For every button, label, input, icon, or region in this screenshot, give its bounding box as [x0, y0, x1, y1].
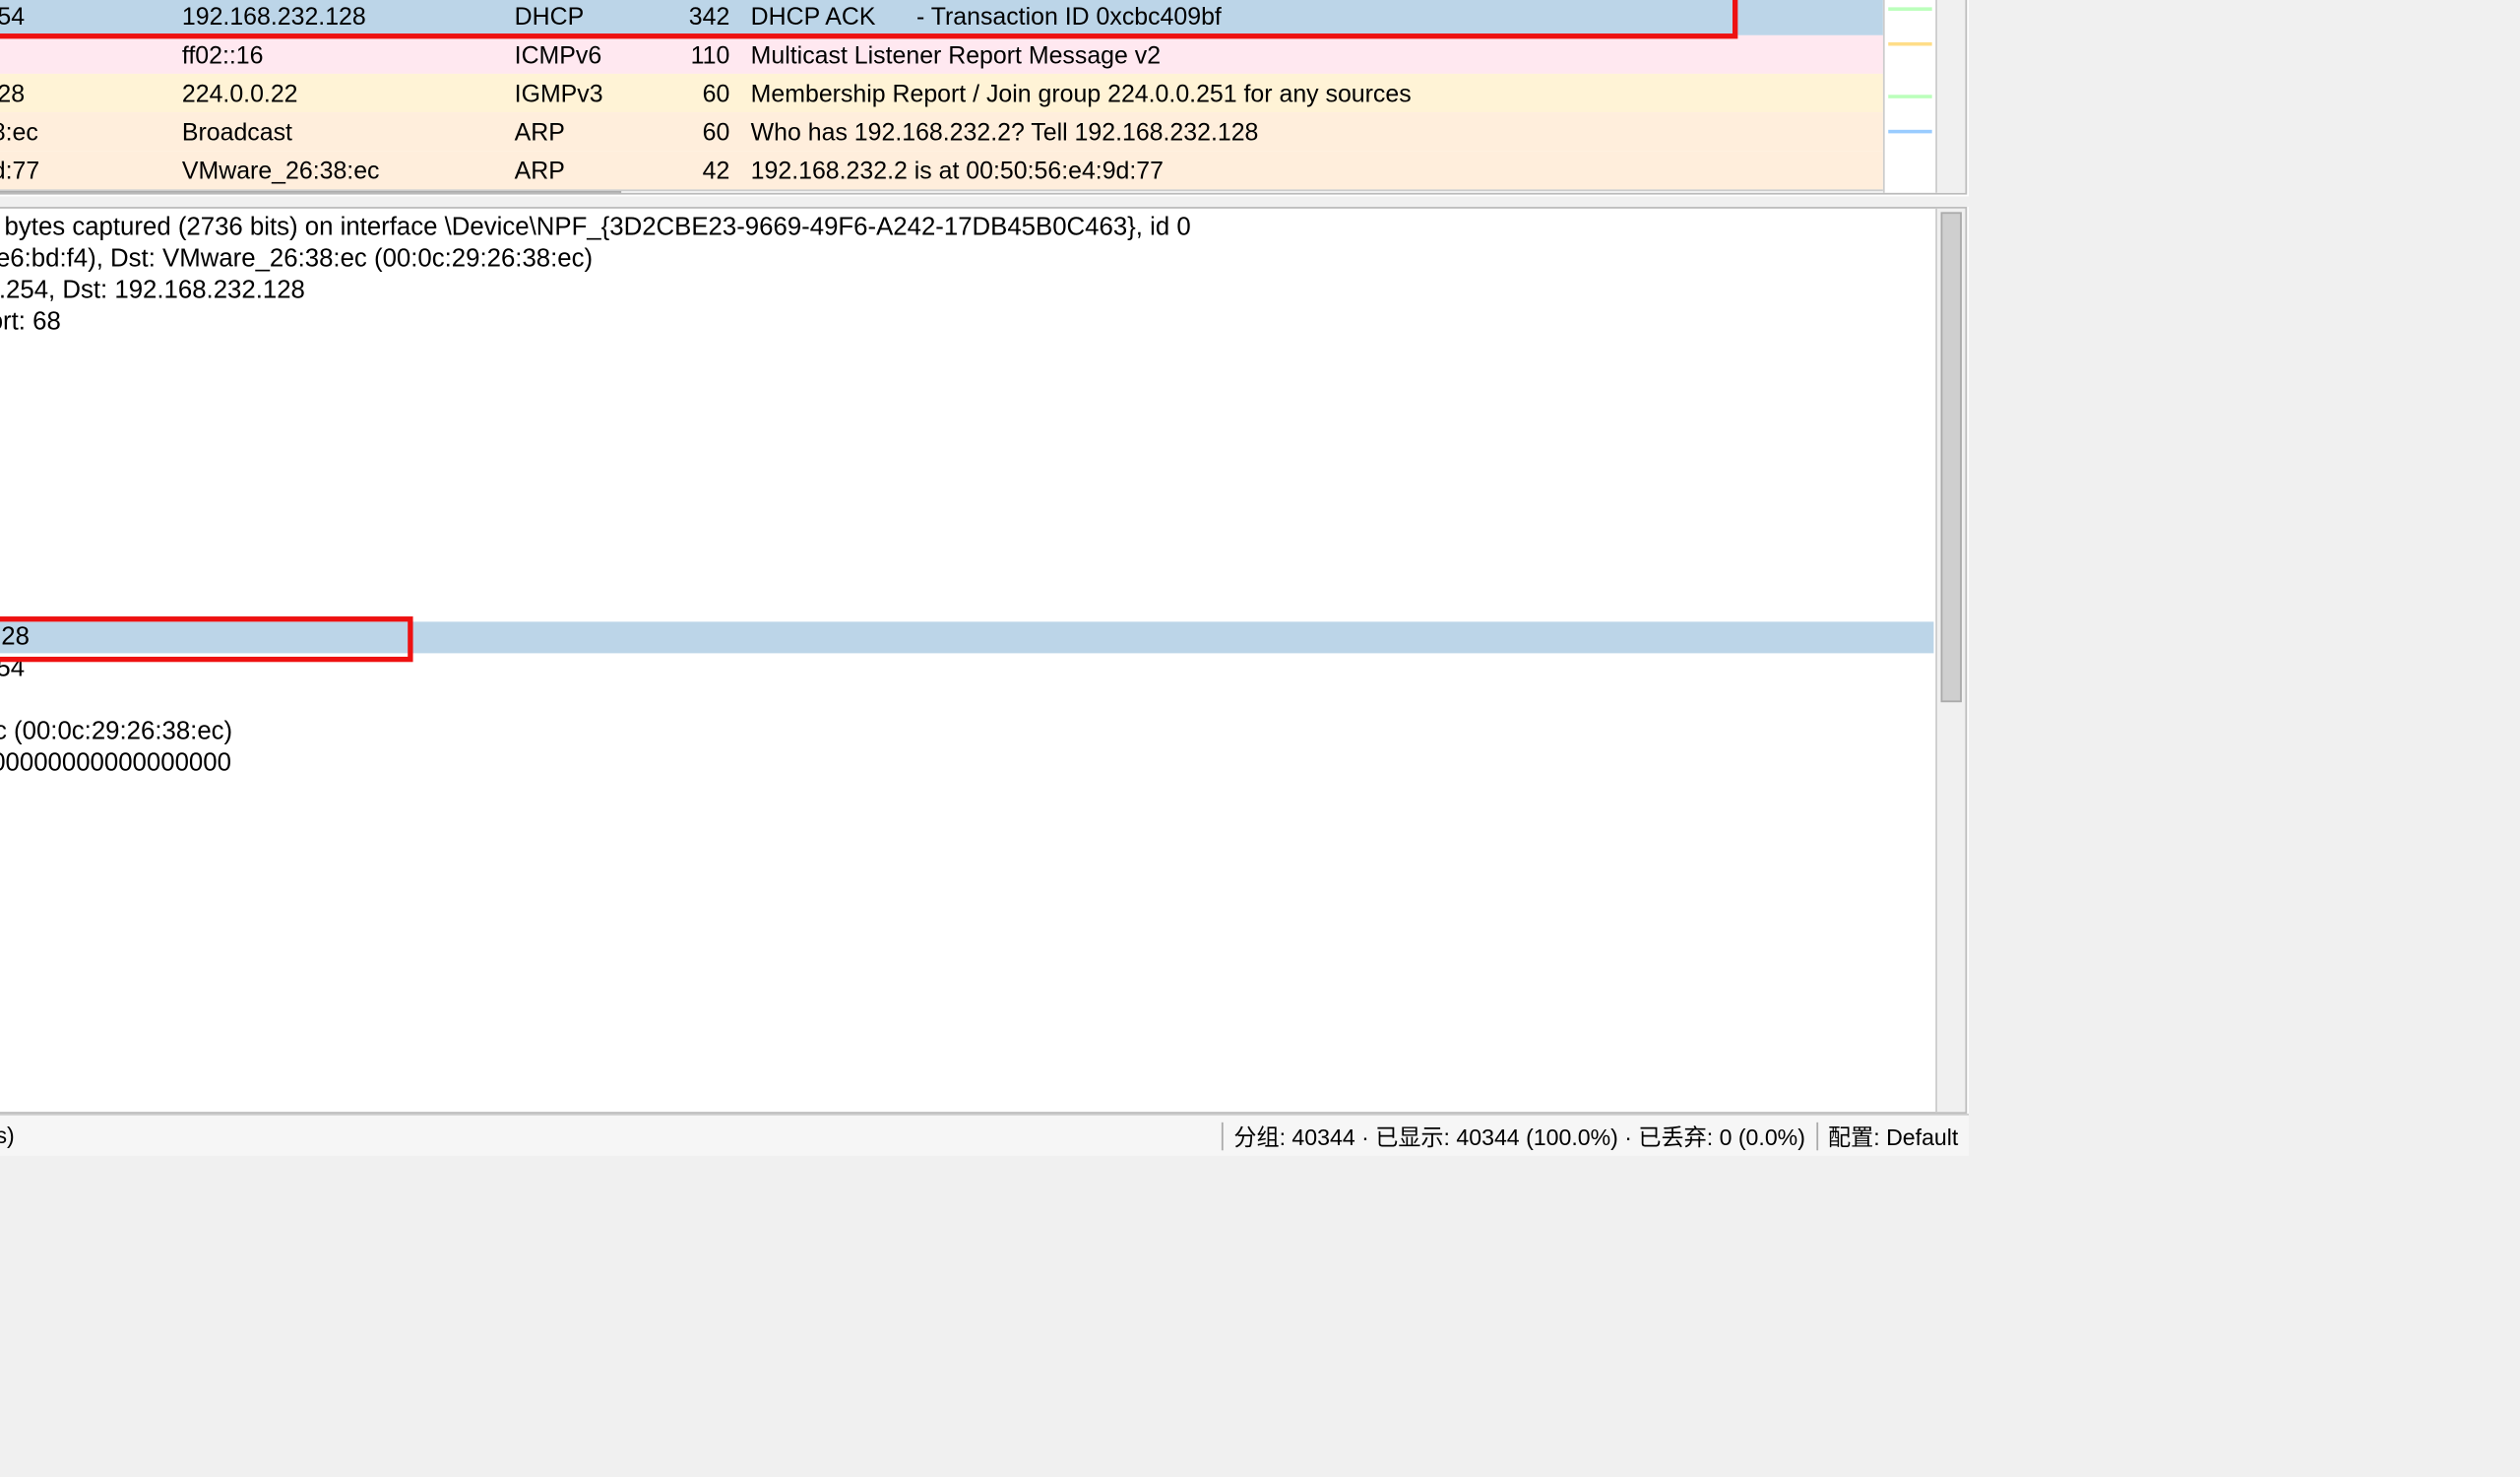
status-packet-counts: 分组: 40344 · 已显示: 40344 (100.0%) · 已丢弃: 0… [1233, 1119, 1805, 1152]
status-field-info: Your (client) IP address (dhcp.ip.your),… [0, 1123, 15, 1149]
detail-line[interactable]: Magic cookie: DHCP [0, 842, 1933, 873]
detail-line[interactable]: Seconds elapsed: 1 [0, 527, 1933, 558]
packet-list-hscrollbar[interactable] [0, 189, 1883, 193]
detail-line[interactable]: Message type: Boot Reply (2) [0, 369, 1933, 401]
packet-row[interactable]: 138.230749192.168.232.254192.168.232.128… [0, 0, 1883, 35]
packet-details-pane[interactable]: >Frame 13: 342 bytes on wire (2736 bits)… [0, 209, 1933, 1112]
detail-line[interactable]: Hardware type: Ethernet (0x01) [0, 401, 1933, 432]
detail-line[interactable]: Client IP address: 0.0.0.0 [0, 590, 1933, 621]
packet-row[interactable]: 178.258853VMware_e4:9d:77VMware_26:38:ec… [0, 151, 1883, 189]
detail-line[interactable]: >Internet Protocol Version 4, Src: 192.1… [0, 275, 1933, 306]
packet-row[interactable]: 168.258802VMware_26:38:ecBroadcastARP60W… [0, 112, 1883, 151]
detail-line[interactable]: Transaction ID: 0xcbc409bf [0, 495, 1933, 527]
detail-line[interactable]: >Ethernet II, Src: VMware_e6:bd:f4 (00:5… [0, 243, 1933, 275]
detail-line[interactable]: >User Datagram Protocol, Src Port: 67, D… [0, 306, 1933, 338]
detail-line[interactable]: Hops: 0 [0, 464, 1933, 495]
detail-line[interactable]: Server host name not given [0, 779, 1933, 810]
detail-line[interactable]: >Frame 13: 342 bytes on wire (2736 bits)… [0, 212, 1933, 243]
detail-line[interactable]: Boot file name not given [0, 810, 1933, 842]
detail-line[interactable]: Your (client) IP address: 192.168.232.12… [0, 621, 1933, 653]
detail-line[interactable]: Client MAC address: VMware_26:38:ec (00:… [0, 716, 1933, 747]
detail-line[interactable]: vDynamic Host Configuration Protocol (AC… [0, 338, 1933, 369]
packet-list-vscrollbar[interactable] [1935, 0, 1965, 193]
details-vscrollbar[interactable] [1935, 209, 1965, 1112]
status-profile[interactable]: 配置: Default [1828, 1119, 1958, 1152]
packet-row[interactable]: 148.244650::ff02::16ICMPv6110Multicast L… [0, 35, 1883, 74]
packet-list-minimap[interactable] [1883, 0, 1935, 193]
detail-line[interactable]: Client hardware address padding: 0000000… [0, 747, 1933, 779]
pane-splitter[interactable] [0, 196, 1969, 207]
packet-row[interactable]: 158.248262192.168.232.128224.0.0.22IGMPv… [0, 74, 1883, 112]
detail-line[interactable]: Hardware address length: 6 [0, 432, 1933, 464]
detail-line[interactable]: >Bootp flags: 0x0000 (Unicast) [0, 558, 1933, 590]
statusbar: Your (client) IP address (dhcp.ip.your),… [0, 1114, 1969, 1156]
detail-line[interactable]: Next server IP address: 192.168.232.254 [0, 653, 1933, 684]
detail-line[interactable]: Relay agent IP address: 0.0.0.0 [0, 684, 1933, 716]
packet-list-pane: No. Time Source Destination Protocol Len… [0, 0, 1967, 195]
